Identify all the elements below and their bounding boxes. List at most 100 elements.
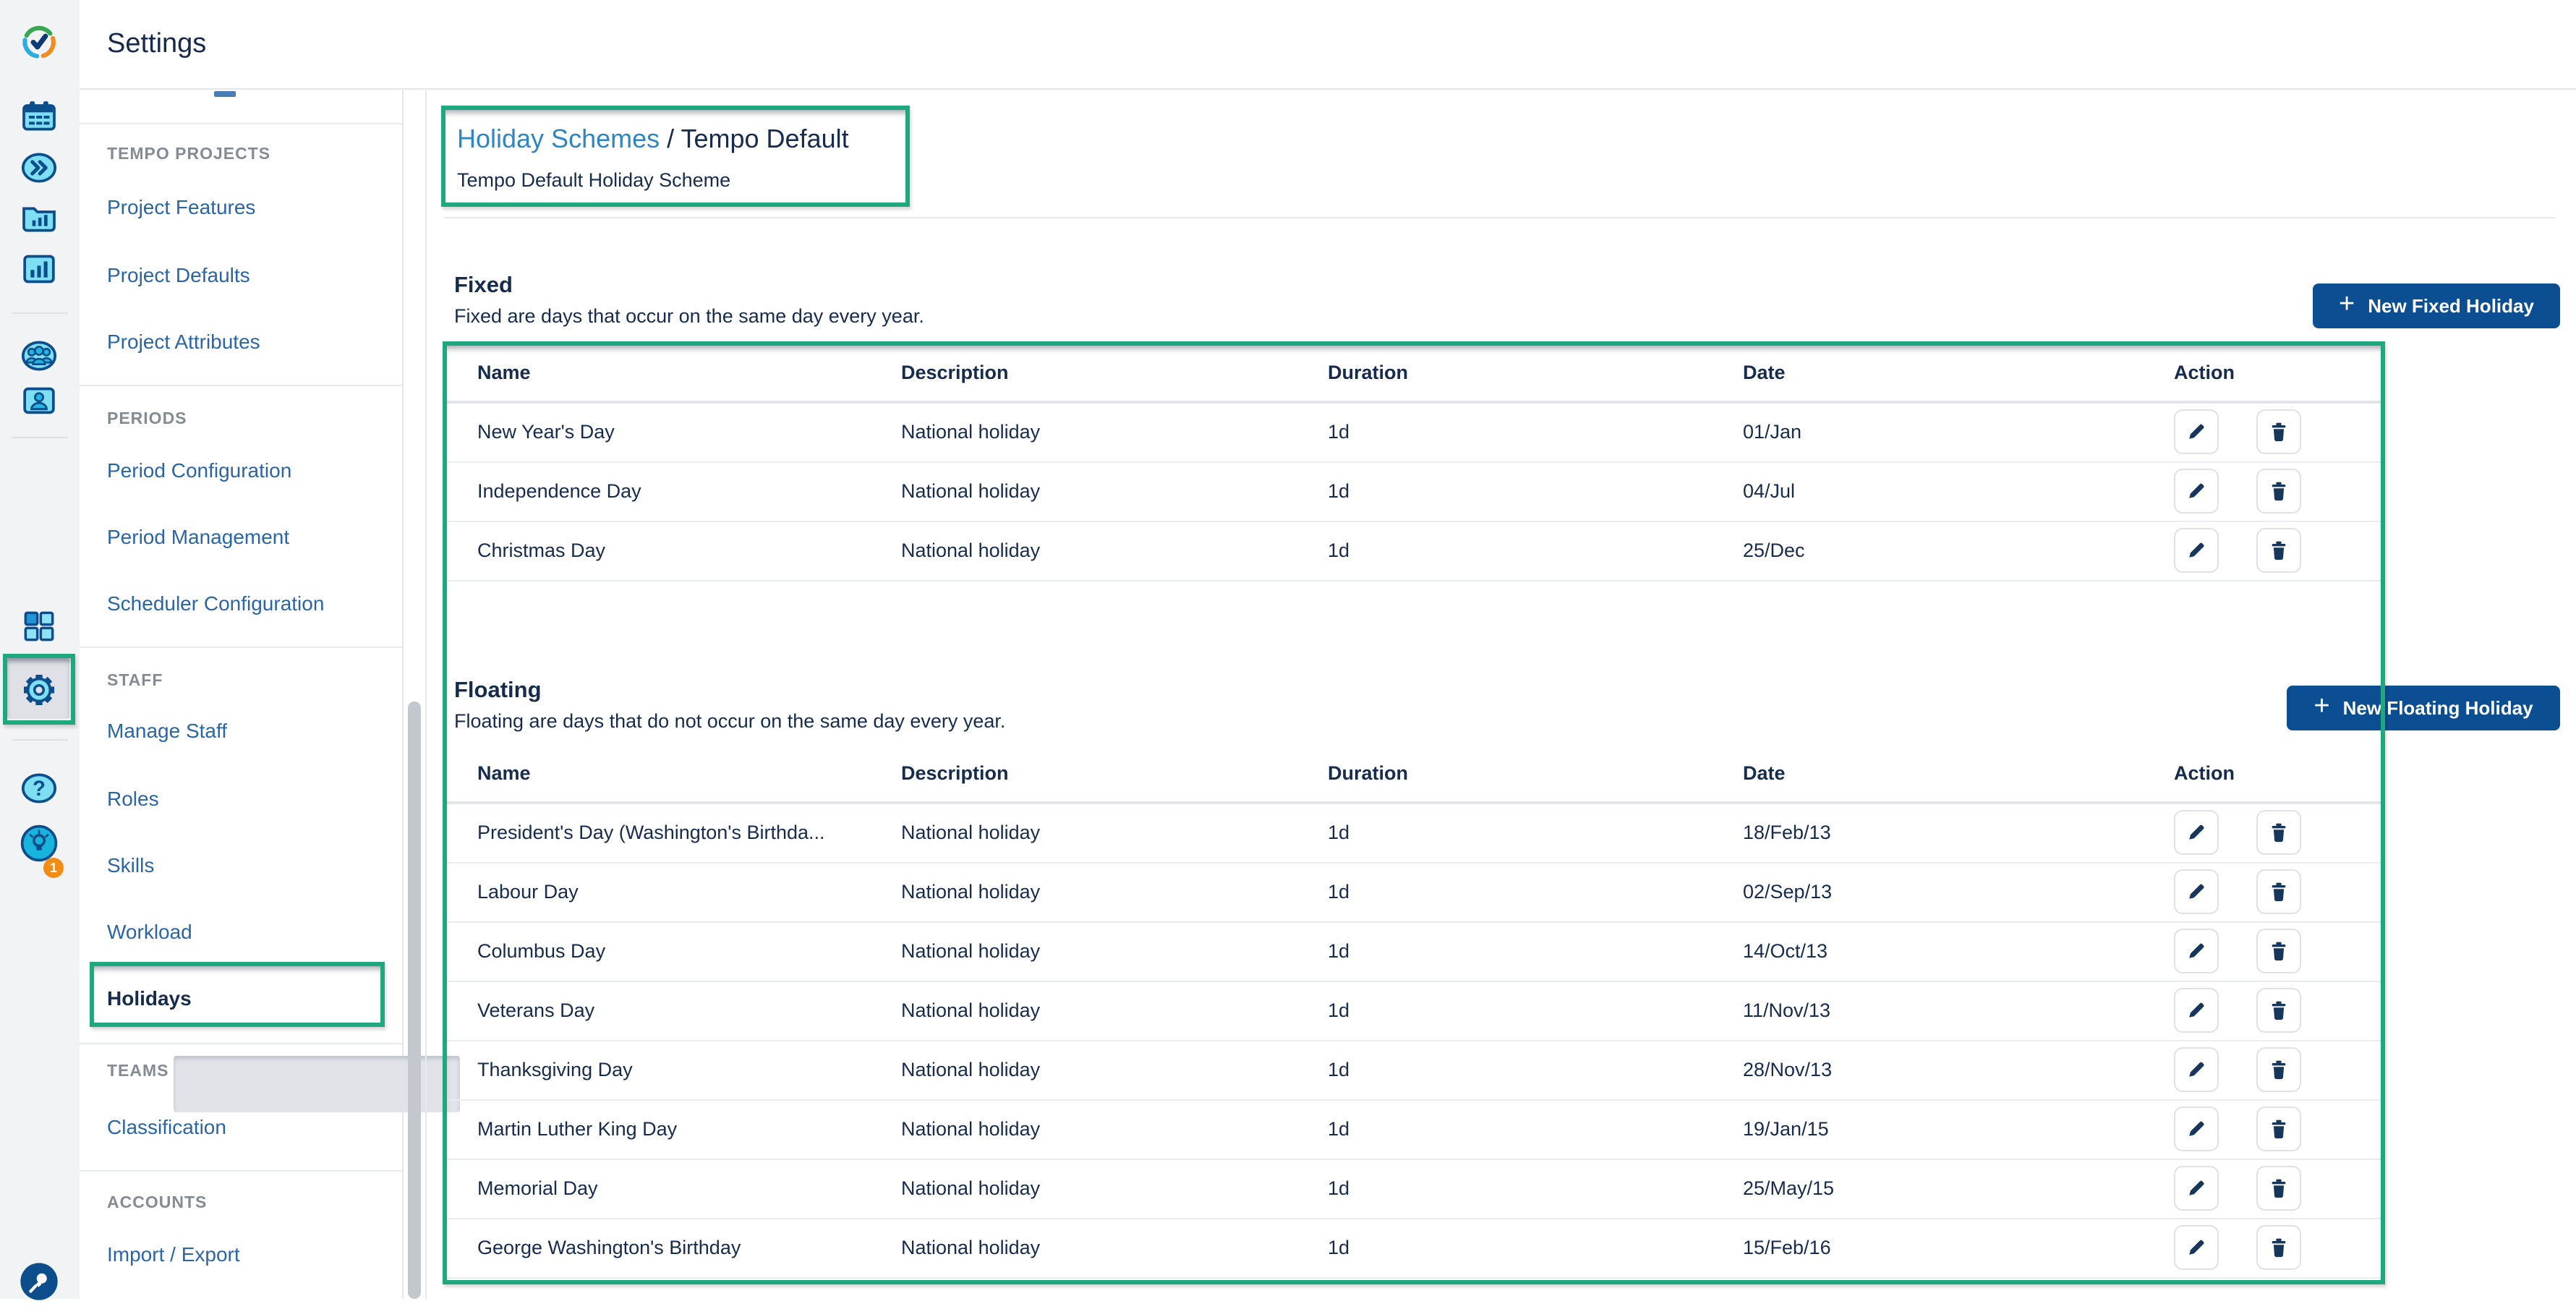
pin-icon[interactable] — [19, 1261, 59, 1302]
member-card-icon[interactable] — [19, 380, 59, 421]
sidebar-scrollbar[interactable] — [408, 702, 421, 1299]
edit-button[interactable] — [2174, 1225, 2219, 1270]
holiday-date: 04/Jul — [1743, 463, 1795, 521]
delete-button[interactable] — [2256, 1047, 2301, 1092]
delete-button[interactable] — [2256, 528, 2301, 573]
row-actions — [2174, 982, 2347, 1040]
sidebar-item-classification[interactable]: Classification — [107, 1115, 226, 1138]
trash-icon — [2268, 1118, 2290, 1140]
edit-button[interactable] — [2174, 1107, 2219, 1151]
edit-button[interactable] — [2174, 528, 2219, 573]
settings-sidebar: TEMPO PROJECTS Project Features Project … — [80, 90, 404, 1299]
row-actions — [2174, 1160, 2347, 1218]
column-header-description: Description — [901, 746, 1009, 801]
tempo-logo-icon — [19, 22, 59, 62]
sidebar-item-skills[interactable]: Skills — [107, 853, 154, 877]
pencil-icon — [2185, 881, 2207, 903]
sidebar-divider — [80, 385, 402, 386]
delete-button[interactable] — [2256, 869, 2301, 914]
delete-button[interactable] — [2256, 409, 2301, 454]
row-actions — [2174, 1041, 2347, 1099]
holiday-duration: 1d — [1328, 864, 1349, 921]
delete-button[interactable] — [2256, 988, 2301, 1033]
delete-button[interactable] — [2256, 1225, 2301, 1270]
holiday-date: 25/May/15 — [1743, 1160, 1834, 1218]
edit-button[interactable] — [2174, 469, 2219, 513]
sidebar-section-label: TEAMS — [107, 1062, 169, 1082]
sidebar-item-scheduler-configuration[interactable]: Scheduler Configuration — [107, 592, 324, 615]
rail-divider — [12, 739, 68, 741]
edit-button[interactable] — [2174, 988, 2219, 1033]
pencil-icon — [2185, 480, 2207, 502]
row-actions — [2174, 522, 2347, 580]
edit-button[interactable] — [2174, 1047, 2219, 1092]
scheme-subtitle: Tempo Default Holiday Scheme — [457, 169, 730, 191]
sidebar-item-holidays[interactable]: Holidays — [107, 986, 192, 1010]
holiday-name: Thanksgiving Day — [477, 1041, 633, 1099]
sidebar-item-roles[interactable]: Roles — [107, 787, 159, 810]
edit-button[interactable] — [2174, 869, 2219, 914]
sidebar-item-project-attributes[interactable]: Project Attributes — [107, 330, 260, 353]
new-floating-holiday-button[interactable]: +New Floating Holiday — [2287, 686, 2560, 730]
page-title: Settings — [107, 0, 206, 88]
holiday-name: Martin Luther King Day — [477, 1101, 677, 1159]
bar-chart-icon[interactable] — [19, 249, 59, 289]
delete-button[interactable] — [2256, 469, 2301, 513]
breadcrumb-link-holiday-schemes[interactable]: Holiday Schemes — [457, 124, 660, 153]
help-icon[interactable]: ? — [19, 768, 59, 809]
notification-badge: 1 — [43, 858, 64, 878]
breadcrumb-separator: / — [660, 124, 681, 153]
holiday-date: 11/Nov/13 — [1743, 982, 1830, 1040]
sidebar-item-project-features[interactable]: Project Features — [107, 195, 255, 218]
floating-holidays-table: Name Description Duration Date Action Pr… — [447, 746, 2381, 1279]
holiday-name: New Year's Day — [477, 404, 615, 461]
new-fixed-holiday-button[interactable]: +New Fixed Holiday — [2313, 283, 2560, 328]
calendar-icon[interactable] — [19, 95, 59, 136]
edit-button[interactable] — [2174, 409, 2219, 454]
table-row: President's Day (Washington's Birthda...… — [447, 804, 2381, 864]
edit-button[interactable] — [2174, 810, 2219, 855]
sidebar-divider — [80, 123, 402, 124]
holiday-description: National holiday — [901, 1160, 1040, 1218]
sidebar-item-period-configuration[interactable]: Period Configuration — [107, 459, 291, 482]
delete-button[interactable] — [2256, 1107, 2301, 1151]
edit-button[interactable] — [2174, 1166, 2219, 1211]
sidebar-section-label: PERIODS — [107, 409, 187, 430]
table-row: Memorial Day National holiday 1d 25/May/… — [447, 1160, 2381, 1219]
trash-icon — [2268, 999, 2290, 1021]
trash-icon — [2268, 1177, 2290, 1199]
sidebar-item-project-defaults[interactable]: Project Defaults — [107, 263, 250, 286]
delete-button[interactable] — [2256, 1166, 2301, 1211]
report-folder-icon[interactable] — [19, 197, 59, 237]
sidebar-item-period-management[interactable]: Period Management — [107, 525, 289, 548]
holiday-duration: 1d — [1328, 1101, 1349, 1159]
delete-button[interactable] — [2256, 810, 2301, 855]
settings-gear-icon[interactable] — [19, 670, 59, 710]
holiday-name: Christmas Day — [477, 522, 605, 580]
edit-button[interactable] — [2174, 929, 2219, 973]
holiday-duration: 1d — [1328, 522, 1349, 580]
expand-chevrons-icon[interactable] — [19, 148, 59, 188]
trash-icon — [2268, 480, 2290, 502]
breadcrumb-current: Tempo Default — [681, 124, 849, 153]
holiday-description: National holiday — [901, 1101, 1040, 1159]
apps-grid-icon[interactable] — [19, 606, 59, 647]
sidebar-item-workload[interactable]: Workload — [107, 920, 192, 943]
plus-icon: + — [2313, 691, 2329, 722]
column-header-action: Action — [2174, 346, 2347, 404]
holiday-description: National holiday — [901, 1041, 1040, 1099]
holiday-duration: 1d — [1328, 463, 1349, 521]
column-header-description: Description — [901, 346, 1009, 401]
team-icon[interactable] — [19, 336, 59, 376]
table-row: Thanksgiving Day National holiday 1d 28/… — [447, 1041, 2381, 1101]
holiday-duration: 1d — [1328, 1160, 1349, 1218]
sidebar-item-import-export[interactable]: Import / Export — [107, 1242, 240, 1266]
holiday-duration: 1d — [1328, 404, 1349, 461]
holiday-name: Labour Day — [477, 864, 579, 921]
pencil-icon — [2185, 1059, 2207, 1080]
sidebar-item-manage-staff[interactable]: Manage Staff — [107, 719, 227, 742]
floating-section-description: Floating are days that do not occur on t… — [454, 710, 1005, 732]
delete-button[interactable] — [2256, 929, 2301, 973]
top-bar: Settings — [80, 0, 2576, 90]
row-actions — [2174, 404, 2347, 461]
